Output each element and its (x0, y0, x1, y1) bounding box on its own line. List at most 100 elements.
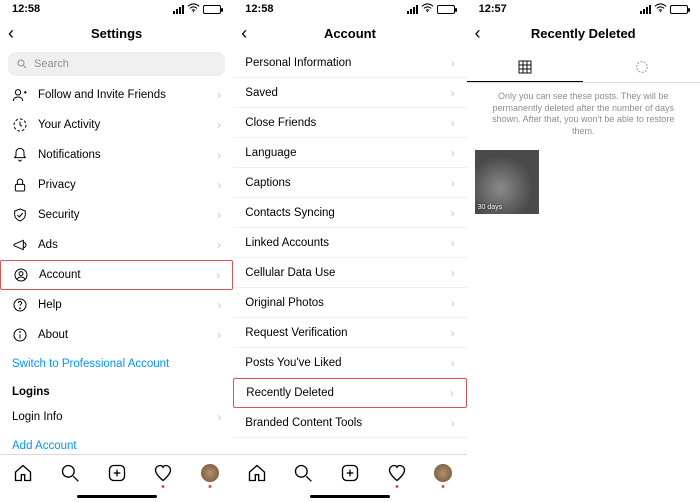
back-button[interactable]: ‹ (241, 23, 247, 44)
search-input[interactable]: Search (8, 52, 225, 76)
page-title: Recently Deleted (531, 26, 636, 41)
logins-header: Logins (0, 378, 233, 402)
account-row[interactable]: Request Verification › (233, 318, 466, 348)
search-tab[interactable] (59, 462, 81, 484)
lock-icon (12, 177, 28, 193)
account-list: Personal Information›Saved›Close Friends… (233, 48, 466, 438)
home-tab[interactable] (246, 462, 268, 484)
cellular-icon (173, 5, 184, 14)
account-row[interactable]: Language › (233, 138, 466, 168)
row-label: Posts You've Liked (245, 357, 341, 369)
account-row[interactable]: Cellular Data Use› (233, 258, 466, 288)
chevron-right-icon: › (451, 296, 455, 310)
create-tab[interactable] (106, 462, 128, 484)
chevron-right-icon: › (451, 146, 455, 160)
chevron-right-icon: › (451, 56, 455, 70)
account-row[interactable]: Original Photos › (233, 288, 466, 318)
chevron-right-icon: › (217, 298, 221, 312)
row-label: Follow and Invite Friends (38, 89, 166, 101)
follow-icon (12, 87, 28, 103)
settings-row-help[interactable]: Help › (0, 290, 233, 320)
avatar-icon (201, 464, 219, 482)
chevron-right-icon: › (451, 236, 455, 250)
account-row[interactable]: Captions› (233, 168, 466, 198)
chevron-right-icon: › (217, 238, 221, 252)
account-row[interactable]: Saved› (233, 78, 466, 108)
account-row[interactable]: Contacts Syncing› (233, 198, 466, 228)
search-icon (16, 58, 28, 70)
activity-icon (12, 117, 28, 133)
settings-screen: 12:58 ‹ Settings Search Follow and Invit… (0, 0, 233, 502)
account-row[interactable]: Close Friends› (233, 108, 466, 138)
account-row[interactable]: Linked Accounts› (233, 228, 466, 258)
settings-row-about[interactable]: About› (0, 320, 233, 350)
row-label: Close Friends (245, 117, 316, 129)
account-row[interactable]: Branded Content Tools› (233, 408, 466, 438)
chevron-right-icon: › (451, 356, 455, 370)
bottom-tab-bar (233, 454, 466, 490)
wifi-icon (421, 3, 434, 16)
account-row[interactable]: Personal Information › (233, 48, 466, 78)
home-indicator (0, 490, 233, 502)
status-bar: 12:58 (0, 0, 233, 18)
account-screen: 12:58 ‹ Account Personal Information › Sav… (233, 0, 466, 502)
recently-deleted-screen: 12:57 ‹ Recently Deleted Only you can se… (467, 0, 700, 502)
search-tab[interactable] (292, 462, 314, 484)
row-label: Request Verification (245, 327, 347, 339)
settings-row-activity[interactable]: Your Activity› (0, 110, 233, 140)
add-account-link[interactable]: Add Account (0, 432, 233, 454)
account-row[interactable]: Posts You've Liked › (233, 348, 466, 378)
settings-row-shield[interactable]: Security› (0, 200, 233, 230)
help-icon (12, 297, 28, 313)
settings-row-lock[interactable]: Privacy › (0, 170, 233, 200)
ads-icon (12, 237, 28, 253)
cellular-icon (407, 5, 418, 14)
create-tab[interactable] (339, 462, 361, 484)
story-ring-icon (634, 59, 650, 75)
profile-tab[interactable] (432, 462, 454, 484)
notification-dot-icon (162, 485, 165, 488)
chevron-right-icon: › (217, 178, 221, 192)
battery-icon (670, 5, 688, 14)
row-label: Captions (245, 177, 290, 189)
row-label: Help (38, 299, 62, 311)
account-row[interactable]: Recently Deleted› (233, 378, 466, 408)
page-title: Account (324, 26, 376, 41)
row-label: Personal Information (245, 57, 351, 69)
profile-tab[interactable] (199, 462, 221, 484)
status-bar: 12:58 (233, 0, 466, 18)
chevron-right-icon: › (451, 326, 455, 340)
shield-icon (12, 207, 28, 223)
chevron-right-icon: › (451, 266, 455, 280)
switch-professional-link[interactable]: Switch to Professional Account (0, 350, 233, 378)
row-label: Your Activity (38, 119, 100, 131)
activity-tab[interactable] (152, 462, 174, 484)
clock: 12:58 (245, 3, 273, 15)
settings-row-follow[interactable]: Follow and Invite Friends › (0, 80, 233, 110)
settings-row-account[interactable]: Account › (0, 260, 233, 290)
row-label: Privacy (38, 179, 76, 191)
chevron-right-icon: › (216, 268, 220, 282)
deleted-post-thumbnail[interactable]: 30 days (475, 150, 539, 214)
wifi-icon (187, 3, 200, 16)
chevron-right-icon: › (451, 206, 455, 220)
status-indicators (640, 3, 688, 16)
login-info-row[interactable]: Login Info › (0, 402, 233, 432)
row-label: Original Photos (245, 297, 324, 309)
activity-tab[interactable] (386, 462, 408, 484)
chevron-right-icon: › (217, 88, 221, 102)
row-label: About (38, 329, 68, 341)
back-button[interactable]: ‹ (8, 23, 14, 44)
settings-row-bell[interactable]: Notifications› (0, 140, 233, 170)
info-message: Only you can see these posts. They will … (467, 83, 700, 146)
row-label: Language (245, 147, 296, 159)
settings-row-ads[interactable]: Ads› (0, 230, 233, 260)
back-button[interactable]: ‹ (475, 23, 481, 44)
bottom-tab-bar (0, 454, 233, 490)
notification-dot-icon (395, 485, 398, 488)
row-label: Account (39, 269, 81, 281)
home-tab[interactable] (12, 462, 34, 484)
stories-tab[interactable] (583, 52, 700, 82)
search-placeholder: Search (34, 58, 69, 70)
grid-tab[interactable] (467, 52, 584, 82)
